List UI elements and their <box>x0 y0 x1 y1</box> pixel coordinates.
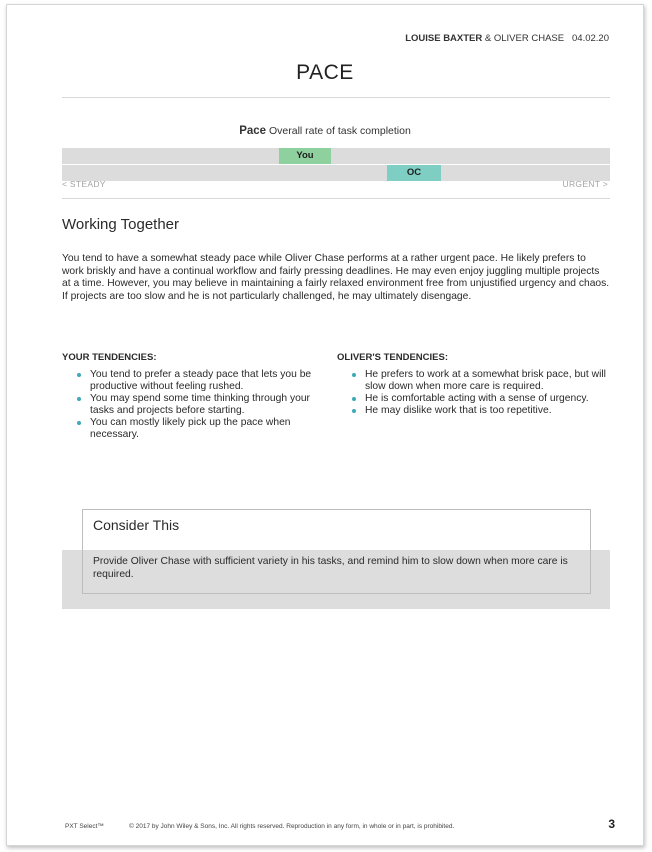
page-title: PACE <box>296 61 354 84</box>
list-item: You may spend some time thinking through… <box>62 393 332 417</box>
oc-marker: OC <box>387 165 441 181</box>
list-item-text: You can mostly likely pick up the pace w… <box>90 417 291 440</box>
scale-description: Overall rate of task completion <box>268 125 411 137</box>
scale-label-steady: < STEADY <box>62 179 106 189</box>
header-participants: LOUISE BAXTER & OLIVER CHASE 04.02.20 <box>405 33 609 44</box>
list-item-text: You tend to prefer a steady pace that le… <box>90 369 312 392</box>
list-item: He may dislike work that is too repetiti… <box>337 405 607 417</box>
bullet-icon <box>77 397 81 401</box>
list-item-text: He is comfortable acting with a sense of… <box>365 393 589 404</box>
list-item-text: You may spend some time thinking through… <box>90 393 310 416</box>
bullet-icon <box>77 421 81 425</box>
list-item-text: He prefers to work at a somewhat brisk p… <box>365 369 606 392</box>
scale-name: Pace <box>239 125 267 137</box>
working-together-text: You tend to have a somewhat steady pace … <box>62 253 610 302</box>
bullet-icon <box>77 373 81 377</box>
bullet-icon <box>352 397 356 401</box>
participant-name-2: OLIVER CHASE <box>493 33 565 44</box>
report-date: 04.02.20 <box>572 33 609 44</box>
list-item: He prefers to work at a somewhat brisk p… <box>337 369 607 393</box>
olivers-tendencies: OLIVER'S TENDENCIES: He prefers to work … <box>337 352 607 417</box>
scale-track-you <box>62 148 610 164</box>
page-number: 3 <box>608 817 615 831</box>
divider-scale <box>62 198 610 199</box>
scale-title: Pace Overall rate of task completion <box>7 125 643 137</box>
your-tendencies-title: YOUR TENDENCIES: <box>62 352 157 363</box>
list-item: He is comfortable acting with a sense of… <box>337 393 607 405</box>
bullet-icon <box>352 373 356 377</box>
olivers-tendencies-list: He prefers to work at a somewhat brisk p… <box>337 369 607 417</box>
participant-name-1: LOUISE BAXTER <box>405 33 483 44</box>
scale-track-oc <box>62 165 610 181</box>
your-tendencies: YOUR TENDENCIES: You tend to prefer a st… <box>62 352 332 441</box>
footer-copyright: © 2017 by John Wiley & Sons, Inc. All ri… <box>129 823 455 830</box>
consider-text: Provide Oliver Chase with sufficient var… <box>93 556 568 580</box>
bullet-icon <box>352 409 356 413</box>
report-page: LOUISE BAXTER & OLIVER CHASE 04.02.20 PA… <box>6 4 644 846</box>
list-item: You can mostly likely pick up the pace w… <box>62 417 332 441</box>
list-item-text: He may dislike work that is too repetiti… <box>365 405 552 416</box>
ampersand: & <box>484 33 492 44</box>
list-item: You tend to prefer a steady pace that le… <box>62 369 332 393</box>
your-tendencies-list: You tend to prefer a steady pace that le… <box>62 369 332 441</box>
consider-title: Consider This <box>93 517 180 533</box>
olivers-tendencies-title: OLIVER'S TENDENCIES: <box>337 352 448 363</box>
scale-label-urgent: URGENT > <box>562 179 608 189</box>
working-together-heading: Working Together <box>62 216 180 233</box>
divider-top <box>62 97 610 98</box>
footer-brand: PXT Select™ <box>65 823 104 830</box>
you-marker: You <box>279 148 331 164</box>
